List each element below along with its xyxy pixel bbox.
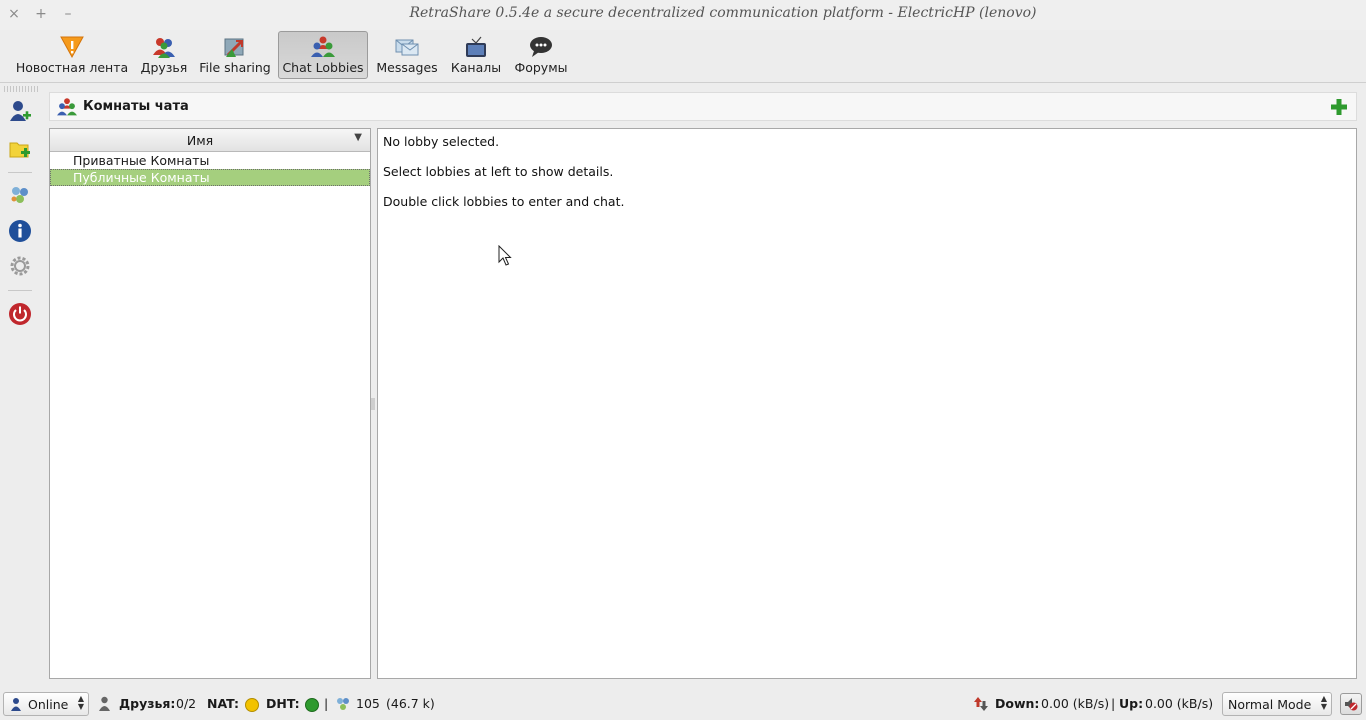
up-label: Up: xyxy=(1119,696,1144,711)
news-warning-icon xyxy=(60,36,84,59)
user-status-icon xyxy=(11,698,21,711)
quit-button[interactable] xyxy=(6,300,34,328)
details-line: No lobby selected. xyxy=(383,134,500,149)
settings-button[interactable] xyxy=(6,252,34,280)
add-share-icon xyxy=(9,142,30,158)
toolbar-label: File sharing xyxy=(199,60,271,75)
online-status-select[interactable]: Online ▲ ▼ xyxy=(3,692,89,716)
mouse-cursor-icon xyxy=(498,245,512,266)
channels-tv-icon xyxy=(466,36,486,57)
column-header-name[interactable]: Имя ▼ xyxy=(50,129,370,152)
online-status-value: Online xyxy=(28,697,69,712)
toolbar-messages[interactable]: Messages xyxy=(374,31,440,79)
down-rate: 0.00 (kB/s) xyxy=(1041,696,1110,711)
main-toolbar: Новостная лента Друзья File sharing Chat… xyxy=(0,30,1366,83)
lobby-tree: Имя ▼ Приватные Комнаты Публичные Комнат… xyxy=(49,128,371,679)
toolbar-chat-lobbies[interactable]: Chat Lobbies xyxy=(278,31,368,79)
settings-icon xyxy=(10,256,30,276)
toolbar-label: Каналы xyxy=(450,60,502,75)
toolbar-label: Форумы xyxy=(514,60,568,75)
friends-count-icon xyxy=(99,696,110,711)
toolbar-forums[interactable]: Форумы xyxy=(511,31,571,79)
left-sidebar xyxy=(0,92,40,680)
lobby-details-panel: No lobby selected. Select lobbies at lef… xyxy=(377,128,1357,679)
chat-lobbies-icon xyxy=(57,98,77,116)
nat-label: NAT: xyxy=(207,696,240,711)
toolbar-label: Новостная лента xyxy=(15,60,129,75)
status-bar: Online ▲ ▼ Друзья: 0/2 NAT: DHT: | 105 (4… xyxy=(0,688,1366,720)
toolbar-label: Chat Lobbies xyxy=(282,60,364,75)
sound-off-icon xyxy=(1345,698,1358,711)
tree-item-private-lobbies[interactable]: Приватные Комнаты xyxy=(50,152,370,169)
column-header-label: Имя xyxy=(186,133,214,148)
status-separator: | xyxy=(324,696,329,711)
friends-count: 0/2 xyxy=(176,696,197,711)
tree-item-public-lobbies[interactable]: Публичные Комнаты xyxy=(50,169,370,186)
messages-icon xyxy=(395,39,419,56)
dht-label: DHT: xyxy=(266,696,300,711)
dht-peer-count: 105 xyxy=(356,696,380,711)
status-separator: | xyxy=(1111,696,1116,711)
toolbar-news-feed[interactable]: Новостная лента xyxy=(14,31,130,79)
nat-status-indicator xyxy=(245,698,259,712)
sort-down-icon[interactable]: ▼ xyxy=(354,132,362,143)
friends-label: Друзья: xyxy=(119,696,176,711)
toolbar-label: Messages xyxy=(376,60,438,75)
chat-lobbies-icon xyxy=(311,36,335,57)
details-line: Double click lobbies to enter and chat. xyxy=(383,194,625,209)
quit-icon xyxy=(9,303,31,325)
network-button[interactable] xyxy=(6,181,34,209)
create-lobby-button[interactable] xyxy=(1330,98,1348,116)
forums-icon xyxy=(530,37,552,57)
sound-toggle-button[interactable] xyxy=(1340,693,1362,715)
toolbar-label: Друзья xyxy=(140,60,188,75)
title-bar: × + – RetraShare 0.5.4e a secure decentr… xyxy=(0,0,1366,30)
splitter-handle[interactable] xyxy=(371,398,375,410)
bandwidth-arrows-icon xyxy=(974,697,988,711)
add-friend-icon xyxy=(10,101,31,121)
sidebar-separator xyxy=(8,290,32,291)
details-line: Select lobbies at left to show details. xyxy=(383,164,614,179)
mode-value: Normal Mode xyxy=(1228,697,1312,712)
down-label: Down: xyxy=(995,696,1040,711)
up-rate: 0.00 (kB/s) xyxy=(1145,696,1214,711)
peers-network-icon xyxy=(337,698,349,710)
info-button[interactable] xyxy=(6,217,34,245)
mode-select[interactable]: Normal Mode ▲ ▼ xyxy=(1222,692,1332,716)
toolbar-file-sharing[interactable]: File sharing xyxy=(197,31,273,79)
spin-arrows-icon: ▲ ▼ xyxy=(77,694,84,711)
add-friend-button[interactable] xyxy=(6,98,34,126)
network-icon xyxy=(11,187,28,203)
window-title: RetraShare 0.5.4e a secure decentralized… xyxy=(409,5,1037,21)
friends-icon xyxy=(153,38,175,58)
chat-lobbies-header: Комнаты чата xyxy=(49,92,1357,121)
info-icon xyxy=(9,220,31,242)
file-sharing-icon xyxy=(224,38,244,57)
spin-arrows-icon: ▲ ▼ xyxy=(1320,694,1327,711)
dht-network-size: (46.7 k) xyxy=(386,696,435,711)
add-share-button[interactable] xyxy=(6,135,34,163)
toolbar-friends[interactable]: Друзья xyxy=(136,31,192,79)
page-title: Комнаты чата xyxy=(83,99,189,114)
dht-status-indicator xyxy=(305,698,319,712)
sidebar-separator xyxy=(8,172,32,173)
toolbar-channels[interactable]: Каналы xyxy=(446,31,506,79)
